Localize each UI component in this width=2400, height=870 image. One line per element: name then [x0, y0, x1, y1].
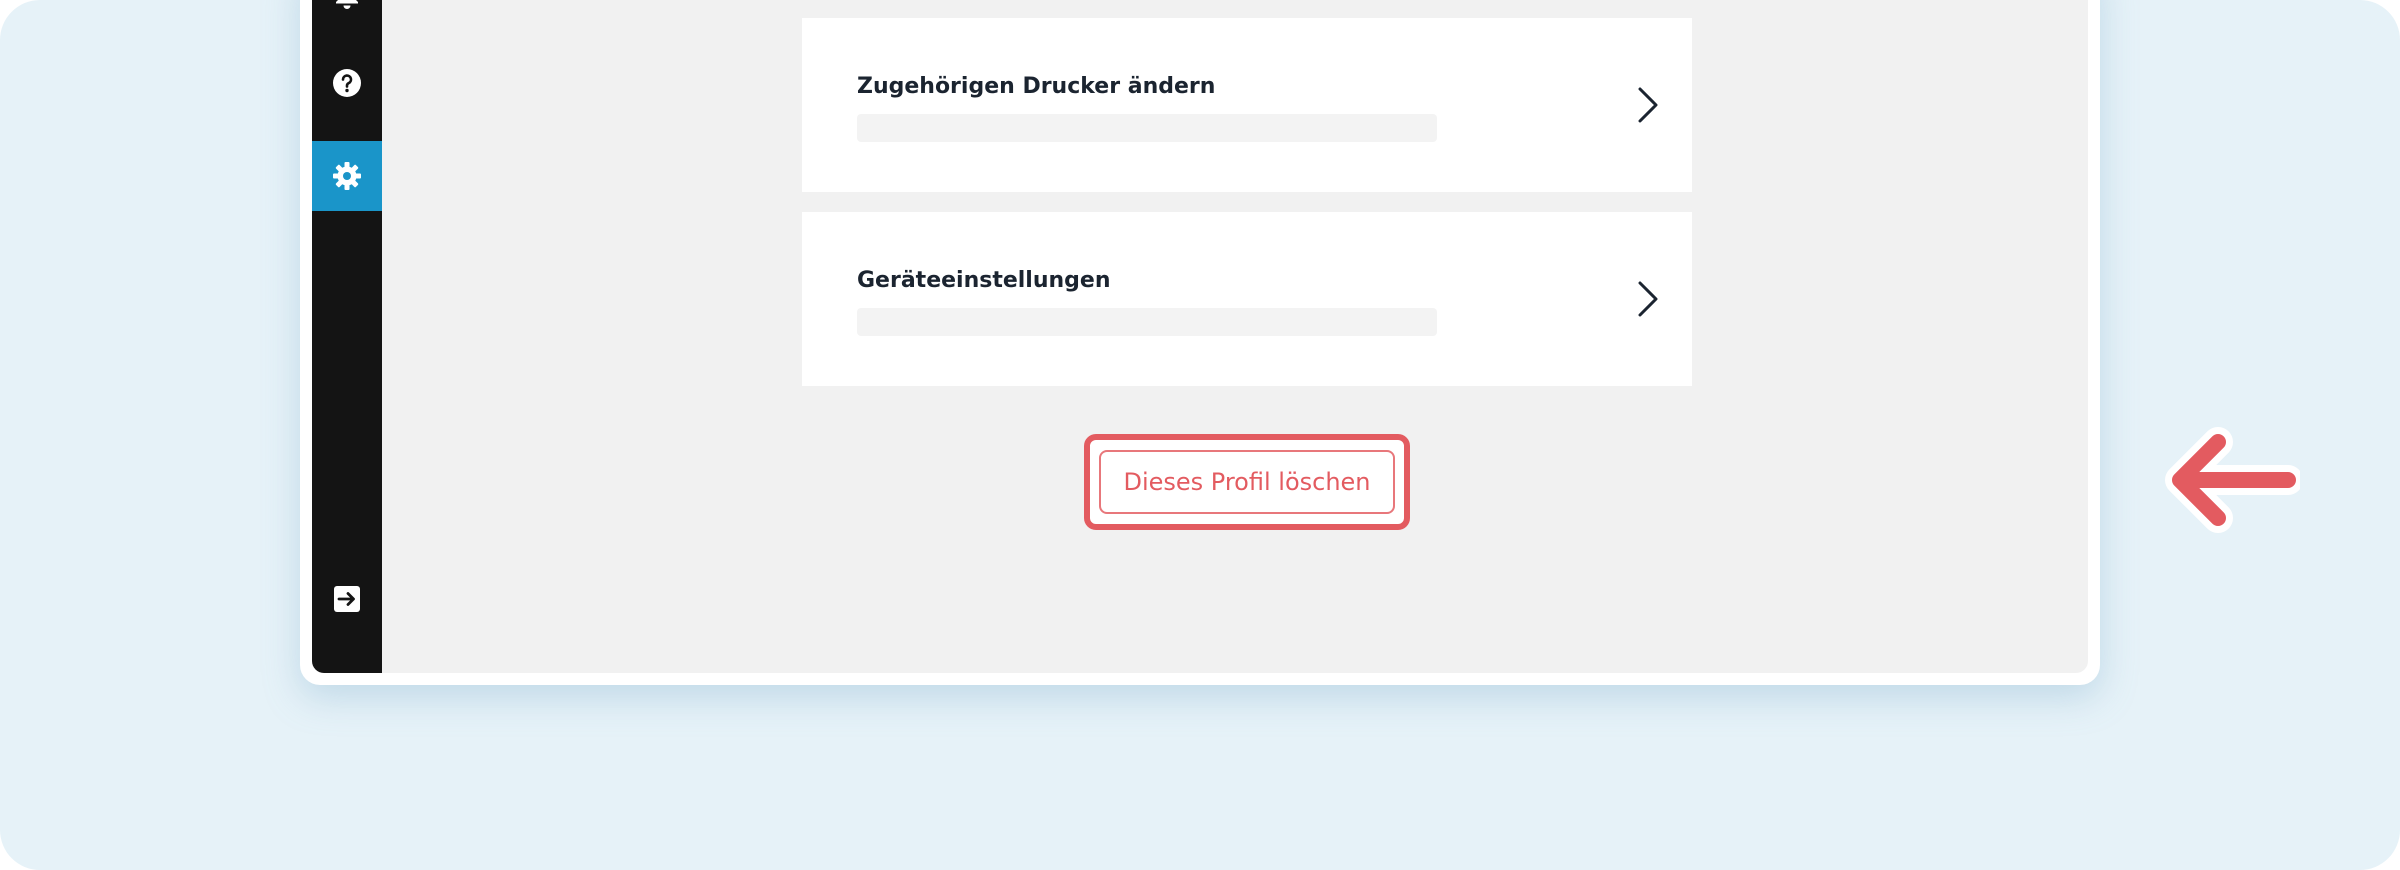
help-icon	[333, 69, 361, 97]
delete-profile-button[interactable]: Dieses Profil löschen	[1099, 450, 1395, 514]
sidebar	[312, 0, 382, 673]
card-title: Zugehörigen Drucker ändern	[857, 74, 1216, 99]
sidebar-item-logout[interactable]	[312, 564, 382, 634]
app-window: Zugehörigen Drucker ändern Geräteeinstel…	[300, 0, 2100, 685]
card-change-printer[interactable]: Zugehörigen Drucker ändern	[802, 18, 1692, 192]
bell-icon	[336, 0, 358, 9]
gear-icon	[333, 162, 361, 190]
sidebar-item-notifications[interactable]	[312, 0, 382, 30]
arrow-left-icon	[2165, 427, 2300, 533]
logout-icon	[334, 586, 360, 612]
card-device-settings[interactable]: Geräteeinstellungen	[802, 212, 1692, 386]
chevron-right-icon	[1638, 87, 1658, 123]
chevron-right-icon	[1638, 281, 1658, 317]
card-subtitle	[857, 114, 1437, 142]
sidebar-item-help[interactable]	[312, 48, 382, 118]
card-title: Geräteeinstellungen	[857, 268, 1111, 293]
app-content: Zugehörigen Drucker ändern Geräteeinstel…	[312, 0, 2088, 673]
tutorial-canvas: Zugehörigen Drucker ändern Geräteeinstel…	[0, 0, 2400, 870]
settings-panel: Zugehörigen Drucker ändern Geräteeinstel…	[382, 0, 2088, 673]
card-subtitle	[857, 308, 1437, 336]
sidebar-item-settings[interactable]	[312, 141, 382, 211]
